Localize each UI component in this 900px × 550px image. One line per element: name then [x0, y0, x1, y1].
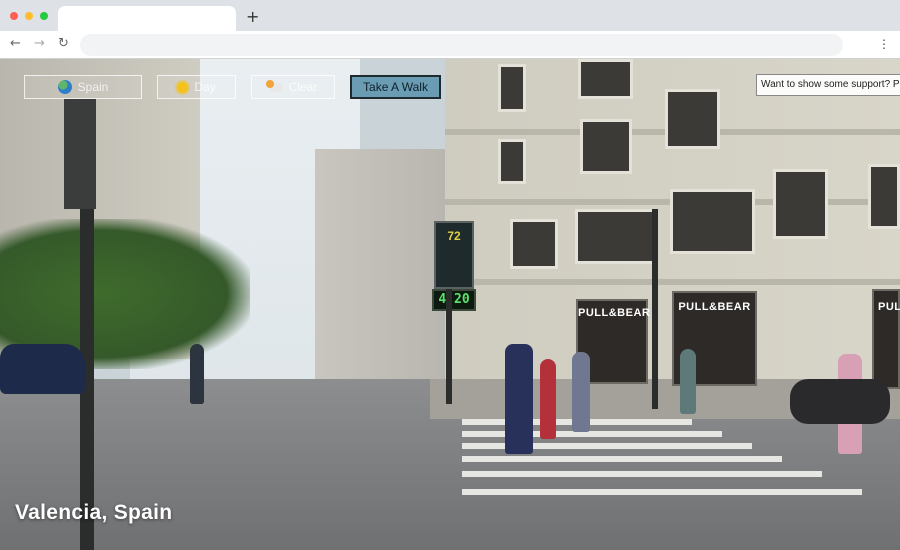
digital-clock-display: 4:20	[432, 289, 476, 311]
browser-tab-bar: +	[0, 0, 900, 31]
minimize-window-button[interactable]	[25, 12, 33, 20]
building-window	[773, 169, 828, 239]
time-of-day-button[interactable]: Day	[157, 75, 236, 99]
arrow-right-icon[interactable]: →	[34, 36, 45, 52]
weather-button[interactable]: Clear	[251, 75, 335, 99]
cloud-icon	[265, 79, 283, 92]
traffic-light	[64, 99, 96, 209]
pedestrian	[505, 344, 533, 454]
building-window	[580, 119, 632, 174]
crosswalk-stripe	[462, 431, 722, 437]
pedestrian	[190, 344, 204, 404]
crosswalk-stripe	[462, 471, 822, 477]
time-of-day-label: Day	[194, 80, 216, 94]
building-window	[868, 164, 900, 229]
pedestrian	[540, 359, 556, 439]
pedestrian	[680, 349, 696, 414]
url-input[interactable]	[80, 34, 843, 56]
reload-icon[interactable]: ↻	[58, 36, 69, 52]
take-a-walk-label: Take A Walk	[363, 80, 428, 94]
shop-sign: PULL&BEAR	[678, 301, 751, 313]
browser-toolbar: ← → ↻ ⋮	[0, 31, 900, 59]
arrow-left-icon[interactable]: ←	[10, 36, 21, 52]
pharmacy-sign: 72	[434, 221, 474, 289]
support-banner-link[interactable]: Want to show some support? Plea	[756, 74, 900, 96]
street-video-view: PULL&BEAR PULL&BEAR PULL& 72 4:20 Spain …	[0, 59, 900, 550]
location-label: Spain	[77, 80, 109, 94]
sign-pole	[446, 289, 452, 404]
building-window	[575, 209, 655, 264]
location-selector-button[interactable]: Spain	[24, 75, 142, 99]
close-window-button[interactable]	[10, 12, 18, 20]
weather-label: Clear	[288, 80, 318, 94]
pedestrian	[572, 352, 590, 432]
shop-sign: PULL&BEAR	[578, 307, 651, 319]
building-window	[510, 219, 558, 269]
parked-motorcycle	[790, 379, 890, 424]
building-window	[498, 139, 526, 184]
sun-icon	[177, 81, 189, 93]
globe-icon	[57, 80, 72, 94]
building-window	[665, 89, 720, 149]
shop-sign: PULL&	[878, 301, 900, 313]
location-title: Valencia, Spain	[15, 501, 173, 524]
kebab-menu-icon[interactable]: ⋮	[878, 37, 890, 51]
maximize-window-button[interactable]	[40, 12, 48, 20]
parked-car	[0, 344, 85, 394]
crosswalk-stripe	[462, 456, 782, 462]
building-ledge	[445, 279, 900, 285]
building-window	[578, 59, 633, 99]
take-a-walk-button[interactable]: Take A Walk	[350, 75, 441, 99]
building-window	[670, 189, 755, 254]
pharmacy-sign-text: 72	[447, 229, 461, 243]
storefront: PULL&	[872, 289, 900, 389]
new-tab-button[interactable]: +	[246, 8, 259, 26]
street-lamp-pole	[652, 209, 658, 409]
crosswalk-stripe	[462, 489, 862, 495]
browser-tab-active[interactable]	[58, 6, 236, 31]
building-window	[498, 64, 526, 112]
